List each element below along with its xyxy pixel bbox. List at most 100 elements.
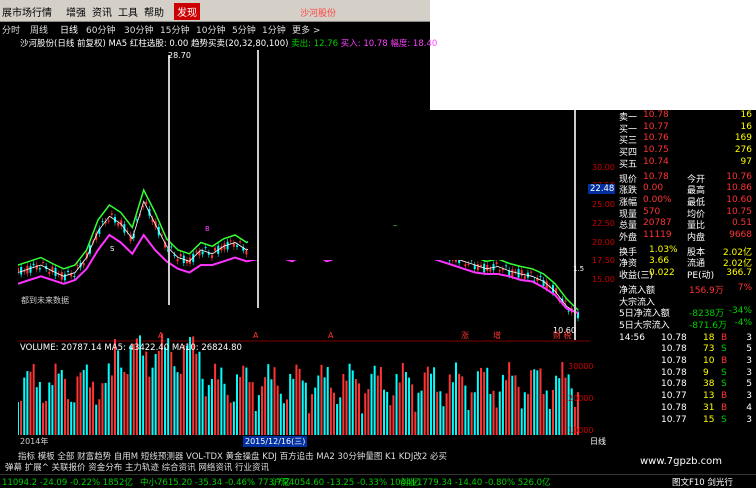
volume-bar bbox=[261, 386, 264, 435]
quote-cell: S bbox=[721, 414, 727, 425]
quote-cell: 10.77 bbox=[661, 414, 687, 425]
volume-bar bbox=[226, 394, 229, 435]
quote-cell: 9 bbox=[703, 367, 709, 378]
event-label[interactable]: 涨 bbox=[461, 330, 469, 340]
menu-bar: 展市场行情 增强 资讯 工具 帮助 发现 bbox=[0, 0, 430, 22]
volume-bar bbox=[267, 364, 270, 435]
quote-cell: 10.78 bbox=[643, 110, 669, 120]
volume-bar bbox=[526, 393, 529, 435]
volume-bar bbox=[45, 400, 48, 435]
volume-bar bbox=[445, 393, 448, 435]
kline-chart[interactable]: 28.70 都到未来数据 10.60 1.5 S B AAA涨增财 税 bbox=[18, 50, 590, 435]
volume-bar bbox=[154, 354, 157, 435]
quote-cell: 4 bbox=[746, 402, 752, 413]
period-10min[interactable]: 10分钟 bbox=[196, 23, 225, 36]
volume-bar bbox=[85, 364, 88, 435]
volume-bar bbox=[383, 389, 386, 435]
amp-label: 幅度: 18.40 bbox=[390, 39, 438, 49]
candle-body bbox=[495, 262, 498, 265]
volume-bar bbox=[439, 391, 442, 435]
quote-cell: 10.78 bbox=[661, 332, 687, 343]
volume-bar bbox=[392, 395, 395, 435]
volume-bar bbox=[298, 368, 301, 435]
event-label[interactable]: 增 bbox=[493, 330, 501, 340]
period-week[interactable]: 周线 bbox=[30, 23, 48, 36]
menu-item-help[interactable]: 帮助 bbox=[144, 4, 164, 19]
volume-bar bbox=[345, 380, 348, 435]
volume-bar bbox=[157, 350, 160, 435]
cursor-line-2 bbox=[257, 50, 259, 308]
volume-bar bbox=[176, 372, 179, 435]
menu-item-news[interactable]: 资讯 bbox=[92, 4, 112, 19]
volume-bar bbox=[464, 385, 467, 435]
period-1min[interactable]: 1分钟 bbox=[262, 23, 286, 36]
period-minute[interactable]: 分时 bbox=[2, 23, 20, 36]
menu-item-tools[interactable]: 工具 bbox=[118, 4, 138, 19]
volume-bar bbox=[536, 370, 539, 435]
event-label[interactable]: A bbox=[328, 331, 334, 340]
menu-item-discover[interactable]: 发现 bbox=[174, 3, 200, 20]
event-label[interactable]: A bbox=[253, 331, 259, 340]
info-tabs[interactable]: 弹幕 扩展^ 关联报价 资金分布 主力轨迹 综合资讯 网络资讯 行业资讯 bbox=[5, 461, 605, 473]
period-30min[interactable]: 30分钟 bbox=[124, 23, 153, 36]
candle-body bbox=[511, 269, 514, 277]
period-60min[interactable]: 60分钟 bbox=[86, 23, 115, 36]
quote-cell: 16 bbox=[740, 121, 752, 132]
volume-bar bbox=[423, 372, 426, 435]
status-index-a: 11094.2 -24.09 -0.22% 1852亿 bbox=[2, 478, 133, 488]
volume-bar bbox=[367, 389, 370, 435]
volume-bar bbox=[379, 367, 382, 435]
candle-body bbox=[505, 265, 508, 267]
period-15min[interactable]: 15分钟 bbox=[160, 23, 189, 36]
candle-body bbox=[489, 268, 492, 272]
quote-cell: 20787 bbox=[643, 218, 672, 229]
candle-body bbox=[464, 264, 467, 266]
volume-bar bbox=[104, 382, 107, 435]
volume-bar bbox=[182, 344, 185, 435]
candle-body bbox=[117, 222, 120, 226]
volume-value: VOLUME: 20787.14 bbox=[20, 343, 102, 353]
quote-cell: 10.77 bbox=[643, 121, 669, 132]
period-more[interactable]: 更多 > bbox=[292, 23, 320, 36]
tick-row: 10.77 13 B 3 bbox=[615, 391, 756, 402]
candle-body bbox=[564, 300, 567, 302]
volume-bar bbox=[82, 370, 85, 435]
volume-bar bbox=[113, 338, 116, 435]
price-axis-label: 20.00 bbox=[592, 237, 615, 247]
candle-body bbox=[480, 264, 483, 266]
flow-row: 5日大宗流入 -871.6万 -4% bbox=[615, 318, 756, 331]
volume-bar bbox=[386, 391, 389, 435]
fund-row: 收益(三) 0.022 PE(动) 366.7 bbox=[615, 268, 756, 281]
period-day[interactable]: 日线 bbox=[60, 23, 78, 36]
quote-cell: 3 bbox=[746, 356, 752, 366]
volume-bar bbox=[51, 385, 54, 435]
stat-row: 现量 570 均价 10.75 bbox=[615, 207, 756, 220]
volume-bar bbox=[336, 404, 339, 435]
volume-bar bbox=[101, 383, 104, 435]
top-stock-name: 沙河股份 bbox=[300, 9, 337, 19]
volume-bar bbox=[248, 382, 251, 435]
period-5min[interactable]: 5分钟 bbox=[232, 23, 256, 36]
status-f10[interactable]: 图文F10 剑光行 bbox=[672, 476, 733, 488]
event-label[interactable]: 财 税 bbox=[553, 330, 572, 340]
volume-bar bbox=[254, 410, 257, 435]
quote-cell: 3.66 bbox=[649, 256, 670, 267]
candle-body bbox=[20, 267, 23, 275]
volume-bar bbox=[411, 384, 414, 435]
quote-cell: 10.77 bbox=[661, 391, 687, 402]
menu-item-market[interactable]: 展市场行情 bbox=[2, 4, 52, 19]
volume-bar bbox=[67, 399, 70, 435]
event-label[interactable]: A bbox=[158, 331, 164, 340]
quote-cell: 10.76 bbox=[643, 133, 669, 144]
quote-cell: 97 bbox=[740, 156, 752, 167]
volume-bar bbox=[458, 373, 461, 435]
quote-cell: 内盘 bbox=[687, 233, 706, 243]
menu-item-enhance[interactable]: 增强 bbox=[66, 4, 86, 19]
mask-block-mid bbox=[248, 226, 503, 260]
volume-bar bbox=[358, 383, 361, 435]
volume-bar bbox=[451, 382, 454, 435]
quote-cell: 10.78 bbox=[643, 171, 669, 182]
quote-cell: B bbox=[721, 402, 728, 413]
volume-bar bbox=[132, 343, 135, 435]
volume-bar bbox=[142, 355, 145, 435]
